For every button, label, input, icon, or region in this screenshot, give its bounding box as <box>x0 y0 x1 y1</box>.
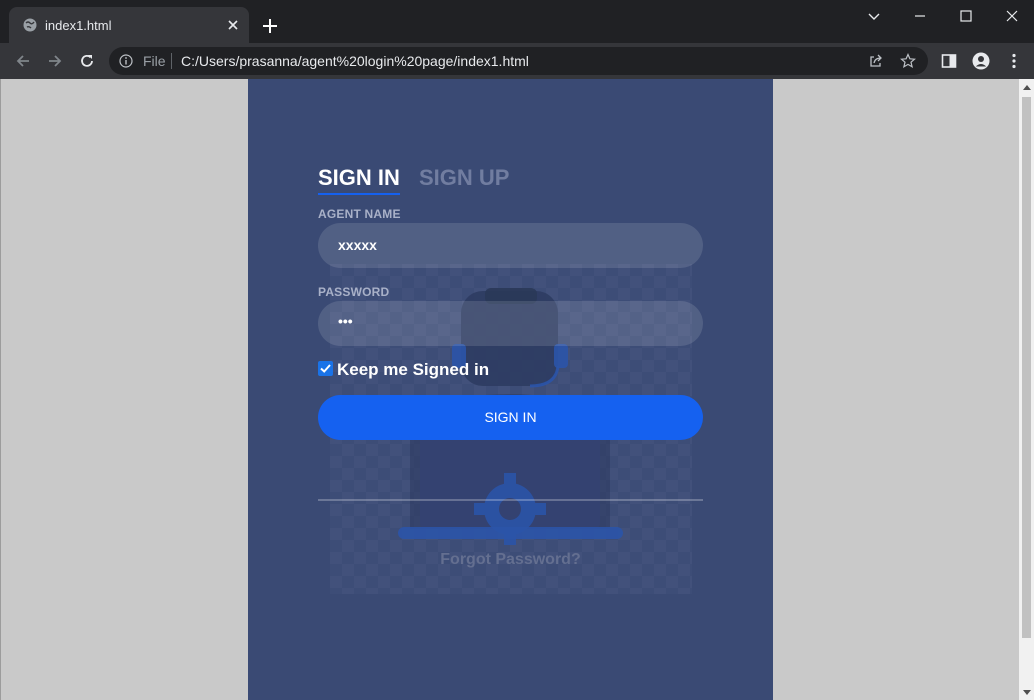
address-bar[interactable]: File C:/Users/prasanna/agent%20login%20p… <box>109 47 928 75</box>
forward-arrow-icon[interactable] <box>46 52 64 70</box>
scroll-up-arrow-icon[interactable] <box>1023 85 1031 90</box>
side-panel-icon[interactable] <box>940 52 958 70</box>
close-icon[interactable] <box>225 17 241 33</box>
divider <box>318 499 703 501</box>
agent-name-value: xxxxx <box>338 237 377 253</box>
vertical-scrollbar[interactable] <box>1019 79 1034 700</box>
password-label: PASSWORD <box>318 285 390 299</box>
login-panel: SIGN IN SIGN UP AGENT NAME xxxxx PASSWOR… <box>248 79 773 700</box>
chevron-down-icon[interactable] <box>866 8 882 24</box>
scrollbar-thumb[interactable] <box>1022 97 1031 638</box>
browser-tabstrip: index1.html <box>0 0 1034 43</box>
share-icon[interactable] <box>868 53 884 69</box>
new-tab-icon[interactable] <box>261 17 279 35</box>
globe-icon <box>23 18 37 32</box>
scheme-label: File <box>143 53 166 69</box>
password-input[interactable]: ••• <box>318 301 703 346</box>
reload-icon[interactable] <box>78 52 96 70</box>
agent-name-input[interactable]: xxxxx <box>318 223 703 268</box>
omnibox-separator <box>171 53 172 69</box>
forgot-password-link[interactable]: Forgot Password? <box>248 551 773 569</box>
password-value: ••• <box>338 313 353 329</box>
keep-signed-in-label[interactable]: Keep me Signed in <box>337 360 489 380</box>
sign-in-button[interactable]: SIGN IN <box>318 395 703 440</box>
profile-avatar-icon[interactable] <box>972 52 990 70</box>
url-text[interactable]: C:/Users/prasanna/agent%20login%20page/i… <box>181 53 529 69</box>
page-viewport: SIGN IN SIGN UP AGENT NAME xxxxx PASSWOR… <box>0 79 1034 700</box>
tab-sign-in[interactable]: SIGN IN <box>318 165 400 195</box>
minimize-icon[interactable] <box>912 8 928 24</box>
browser-tab[interactable]: index1.html <box>9 7 249 43</box>
info-icon[interactable] <box>119 54 133 68</box>
browser-toolbar: File C:/Users/prasanna/agent%20login%20p… <box>0 43 1034 79</box>
back-arrow-icon[interactable] <box>14 52 32 70</box>
agent-name-label: AGENT NAME <box>318 207 401 221</box>
scroll-down-arrow-icon[interactable] <box>1023 690 1031 695</box>
star-icon[interactable] <box>900 53 916 69</box>
window-close-icon[interactable] <box>1004 8 1020 24</box>
tab-sign-up[interactable]: SIGN UP <box>419 165 509 191</box>
kebab-menu-icon[interactable] <box>1005 52 1023 70</box>
tab-title: index1.html <box>45 18 112 33</box>
maximize-icon[interactable] <box>958 8 974 24</box>
keep-signed-in-checkbox[interactable] <box>318 361 333 376</box>
